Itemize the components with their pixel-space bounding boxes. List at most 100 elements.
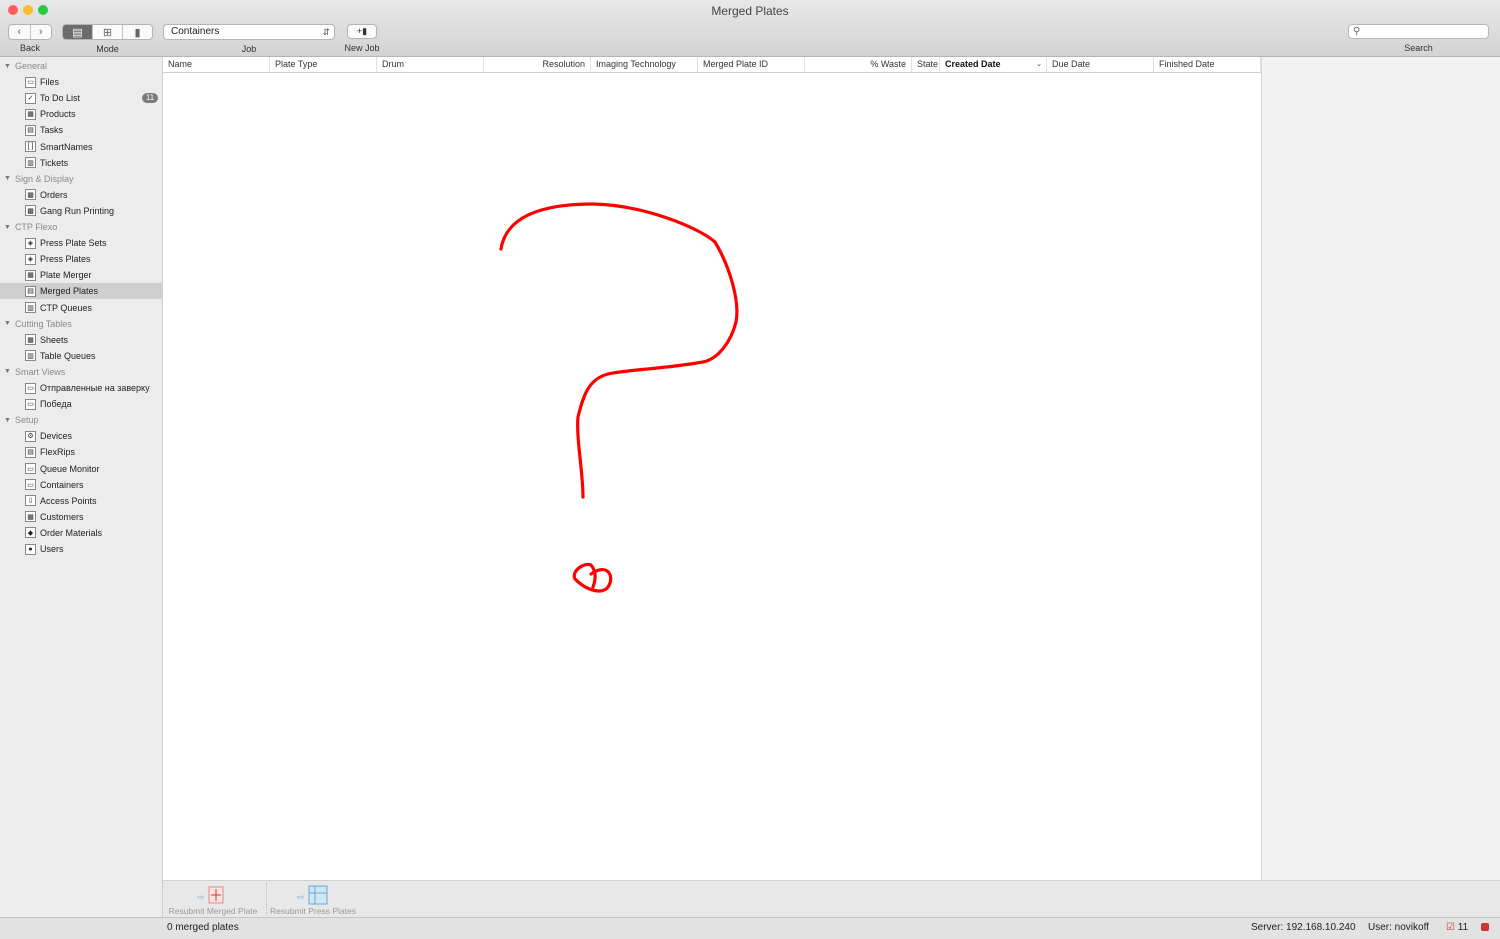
server-address: Server: 192.168.10.240 [1251, 922, 1356, 933]
status-bar: 0 merged plates Server: 192.168.10.240 U… [0, 917, 1500, 939]
devices-icon: ⚙ [25, 430, 36, 442]
disclosure-triangle-icon[interactable]: ▼ [4, 417, 11, 424]
back-forward-control[interactable]: ‹ › [8, 24, 52, 40]
sidebar-item-label: Queue Monitor [40, 463, 100, 474]
merged-plates-table: Name Plate Type Drum Resolution Imaging Tech… [163, 57, 1262, 880]
window-title: Merged Plates [711, 4, 789, 18]
sidebar-item[interactable]: ▤ Merged Plates [0, 283, 162, 300]
sidebar-item[interactable]: ⚙ Devices [0, 428, 162, 444]
sidebar-item[interactable]: ▩ Gang Run Printing [0, 203, 162, 219]
forward-arrow-icon[interactable]: › [29, 25, 52, 39]
sidebar-group-0[interactable]: ▼ General [0, 58, 162, 74]
containers-icon: ▭ [25, 479, 36, 491]
sidebar-item-label: Tasks [40, 125, 64, 136]
todo-status[interactable]: ☑ 11 [1446, 918, 1468, 938]
press-plates-icon: ◈ [25, 253, 36, 265]
sidebar-group-1[interactable]: ▼ Sign & Display [0, 171, 162, 187]
queue-monitor-icon: ▭ [25, 463, 36, 474]
action-bar: ⇨ Resubmit Merged Plate ⇨ Resubmit Press… [163, 880, 1500, 917]
sidebar-item[interactable]: ▭ Queue Monitor [0, 461, 162, 477]
sidebar-item[interactable]: ▤ FlexRips [0, 444, 162, 460]
sidebar-item-label: Order Materials [40, 527, 103, 538]
new-job-button[interactable]: +▮ [347, 24, 377, 39]
file-icon: ▭ [25, 76, 36, 88]
mode-label: Mode [96, 44, 119, 54]
sidebar-item[interactable]: ▦ Customers [0, 509, 162, 525]
sidebar-item-label: Press Plates [40, 254, 91, 265]
svg-text:⇨: ⇨ [297, 892, 305, 902]
sidebar-item-label: Table Queues [40, 350, 96, 361]
sidebar-item[interactable]: ▦ Plate Merger [0, 267, 162, 283]
sidebar-item-label: SmartNames [40, 141, 93, 152]
sidebar-item[interactable]: ▭ Победа [0, 396, 162, 412]
smart-view-icon: ▭ [25, 382, 36, 394]
merged-plates-icon: ▤ [25, 285, 36, 297]
job-selector-value: Containers [171, 26, 220, 37]
sidebar-item-label: Customers [40, 511, 84, 522]
sidebar-item[interactable]: ◈ Press Plates [0, 251, 162, 267]
sidebar-item[interactable]: ◆ Order Materials [0, 525, 162, 541]
sidebar-item-label: CTP Queues [40, 302, 92, 313]
sidebar-item[interactable]: ⇩ Access Points [0, 493, 162, 509]
job-selector[interactable]: Containers ⇵ [163, 24, 335, 40]
sidebar-group-2[interactable]: ▼ CTP Flexo [0, 219, 162, 235]
access-points-icon: ⇩ [25, 495, 36, 507]
back-arrow-icon[interactable]: ‹ [9, 25, 30, 39]
sidebar-item[interactable]: [ ] SmartNames [0, 139, 162, 155]
action-separator [266, 883, 267, 915]
resubmit-merged-plate-label: Resubmit Merged Plate [168, 906, 258, 916]
sidebar-item[interactable]: ✓ To Do List 11 [0, 90, 162, 106]
sidebar-item[interactable]: ▥ Tickets [0, 155, 162, 171]
sidebar-item[interactable]: ▦ Orders [0, 187, 162, 203]
table-queues-icon: ▥ [25, 350, 36, 362]
sidebar-group-label: Cutting Tables [14, 318, 72, 329]
disclosure-triangle-icon[interactable]: ▼ [4, 63, 11, 70]
sidebar-item[interactable]: ▭ Отправленные на заверку [0, 380, 162, 396]
disclosure-triangle-icon[interactable]: ▼ [4, 175, 11, 182]
list-mode-icon[interactable]: ▤ [63, 25, 92, 39]
sidebar-item[interactable]: ▤ Tasks [0, 122, 162, 138]
sidebar-item-label: Users [40, 544, 64, 554]
sidebar-item-label: Devices [40, 431, 73, 442]
sidebar-item-label: Orders [40, 189, 68, 200]
sidebar-item-label: Containers [40, 479, 84, 490]
sidebar-item[interactable]: ▭ Files [0, 74, 162, 90]
sidebar-item-label: Files [40, 77, 60, 88]
sidebar-item[interactable]: ▭ Containers [0, 477, 162, 493]
sidebar-group-5[interactable]: ▼ Setup [0, 412, 162, 428]
sidebar-item[interactable]: ▥ CTP Queues [0, 300, 162, 316]
count-badge: 11 [142, 93, 158, 104]
sidebar-item-label: Tickets [40, 157, 69, 168]
sidebar-item[interactable]: ● Users [0, 541, 162, 557]
gang-run-icon: ▩ [25, 205, 36, 217]
sidebar-item-label: Отправленные на заверку [40, 383, 150, 393]
resubmit-press-plates-label: Resubmit Press Plates [270, 906, 356, 916]
mode-control[interactable]: ▤ ⊞ ▮ [62, 24, 153, 40]
sidebar-item[interactable]: ▥ Table Queues [0, 348, 162, 364]
disclosure-triangle-icon[interactable]: ▼ [4, 224, 11, 231]
flexrips-icon: ▤ [25, 446, 36, 458]
window-titlebar: Merged Plates ‹ › Back ▤ ⊞ ▮ Mode Contai… [0, 0, 1500, 57]
sidebar: ▼ General ▭ Files ✓ To Do List 11 ▦ Products ▤ Tas… [0, 57, 163, 917]
sidebar-group-4[interactable]: ▼ Smart Views [0, 364, 162, 380]
users-icon: ● [25, 543, 36, 555]
sidebar-item-label: Победа [40, 399, 72, 410]
sidebar-group-3[interactable]: ▼ Cutting Tables [0, 316, 162, 332]
press-plate-sets-icon: ◈ [25, 237, 36, 249]
sidebar-item-label: Merged Plates [40, 286, 99, 297]
sidebar-item[interactable]: ▦ Sheets [0, 332, 162, 348]
resubmit-merged-plate-icon: ⇨ [195, 885, 231, 905]
sidebar-item-label: Sheets [40, 334, 69, 345]
disclosure-triangle-icon[interactable]: ▼ [4, 368, 11, 375]
disclosure-triangle-icon[interactable]: ▼ [4, 320, 11, 327]
search-field[interactable]: ⚲ [1348, 24, 1489, 39]
folder-mode-icon[interactable]: ▮ [122, 25, 152, 39]
grid-mode-icon[interactable]: ⊞ [92, 25, 122, 39]
alert-icon[interactable] [1481, 923, 1489, 931]
sidebar-item[interactable]: ▦ Products [0, 106, 162, 122]
search-label: Search [1404, 43, 1433, 53]
resubmit-merged-plate-button[interactable]: ⇨ Resubmit Merged Plate [165, 883, 267, 916]
resubmit-press-plates-button[interactable]: ⇨ Resubmit Press Plates [269, 883, 357, 916]
tickets-icon: ▥ [25, 157, 36, 169]
sidebar-item[interactable]: ◈ Press Plate Sets [0, 235, 162, 251]
